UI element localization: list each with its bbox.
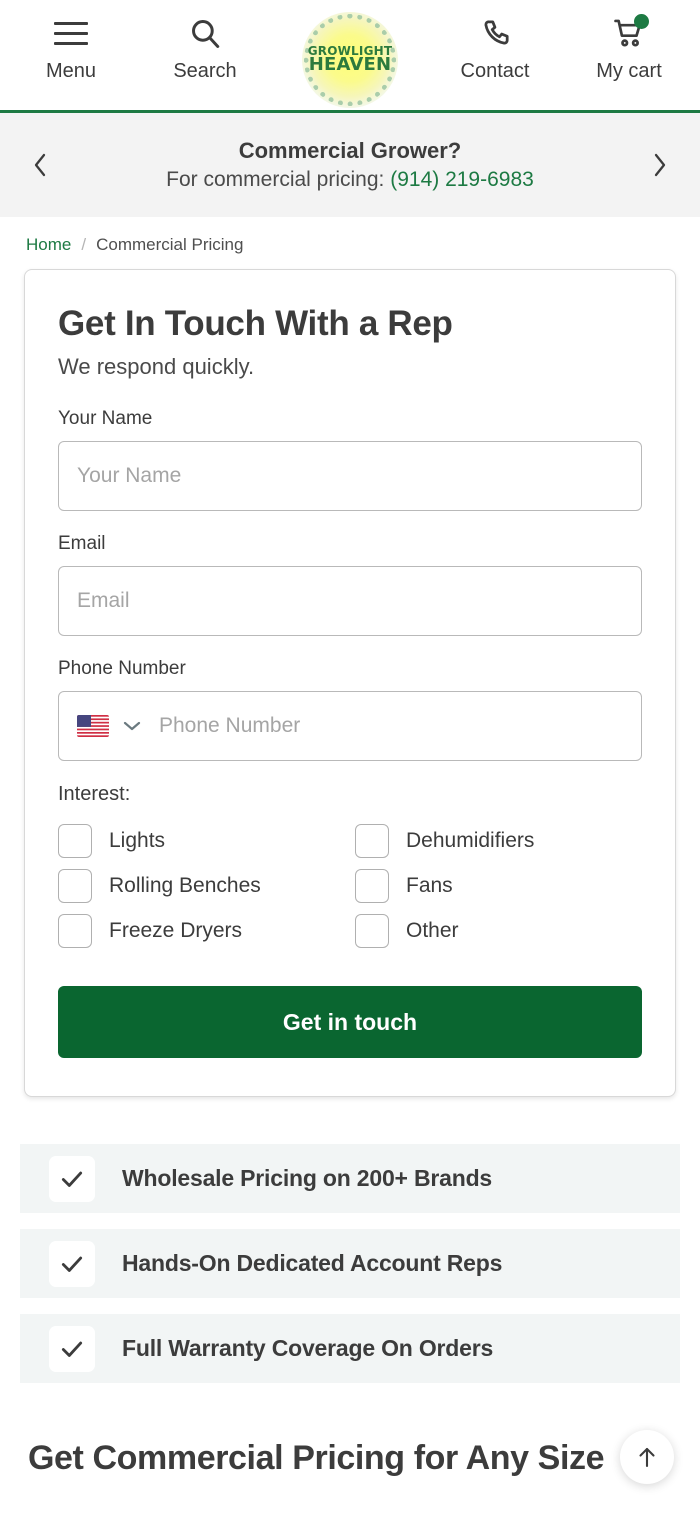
- nav-item-cart[interactable]: My cart: [592, 14, 666, 81]
- promo-subtitle: For commercial pricing: (914) 219-6983: [58, 166, 642, 194]
- contact-form-card: Get In Touch With a Rep We respond quick…: [24, 269, 676, 1097]
- label-email: Email: [58, 533, 106, 554]
- interest-checkbox-group: Lights Dehumidifiers Rolling Benches Fan…: [58, 824, 642, 948]
- promo-title: Commercial Grower?: [238, 137, 462, 163]
- benefit-text: Wholesale Pricing on 200+ Brands: [122, 1165, 493, 1191]
- breadcrumb-current: Commercial Pricing: [96, 235, 244, 254]
- logo-line-2: HEAVEN: [308, 54, 392, 76]
- benefit-row: Wholesale Pricing on 200+ Brands: [20, 1144, 680, 1213]
- us-flag-icon: [77, 715, 109, 737]
- promo-phone-link[interactable]: (914) 219-6983: [390, 168, 534, 191]
- checkbox-fans[interactable]: [355, 869, 389, 903]
- form-title: Get In Touch With a Rep: [58, 304, 453, 343]
- checkbox-other[interactable]: [355, 914, 389, 948]
- field-your-name: Your Name: [58, 408, 642, 511]
- checkbox-row-dehumidifiers[interactable]: Dehumidifiers: [355, 824, 642, 858]
- get-in-touch-button[interactable]: Get in touch: [58, 986, 642, 1058]
- site-header: Menu Search GROWLIGHT HEAVEN Contact My …: [0, 0, 700, 113]
- phone-input-group: [58, 691, 642, 761]
- promo-content: Commercial Grower? For commercial pricin…: [58, 136, 642, 194]
- check-icon: [49, 1155, 95, 1202]
- checkbox-label-rolling-benches: Rolling Benches: [109, 874, 261, 897]
- email-input[interactable]: [58, 566, 642, 636]
- nav-item-search[interactable]: Search: [168, 14, 242, 81]
- checkbox-label-lights: Lights: [109, 829, 166, 852]
- chevron-down-icon: [123, 721, 141, 731]
- checkbox-label-dehumidifiers: Dehumidifiers: [406, 829, 535, 852]
- checkbox-row-rolling-benches[interactable]: Rolling Benches: [58, 869, 345, 903]
- nav-item-menu[interactable]: Menu: [34, 14, 108, 81]
- nav-item-contact[interactable]: Contact: [458, 14, 532, 81]
- checkbox-row-other[interactable]: Other: [355, 914, 642, 948]
- page-root: Menu Search GROWLIGHT HEAVEN Contact My …: [0, 0, 700, 1516]
- benefit-text: Full Warranty Coverage On Orders: [122, 1335, 494, 1361]
- promo-banner: Commercial Grower? For commercial pricin…: [0, 113, 700, 217]
- section-heading: Get Commercial Pricing for Any Size: [28, 1439, 605, 1477]
- cart-count-badge: [634, 14, 649, 29]
- name-input[interactable]: [58, 441, 642, 511]
- label-your-name: Your Name: [58, 408, 153, 429]
- checkbox-row-freeze-dryers[interactable]: Freeze Dryers: [58, 914, 345, 948]
- phone-icon: [479, 14, 512, 52]
- checkbox-label-other: Other: [406, 919, 459, 942]
- phone-input[interactable]: [147, 692, 633, 760]
- arrow-up-icon: [639, 1447, 655, 1468]
- checkbox-freeze-dryers[interactable]: [58, 914, 92, 948]
- promo-subtitle-prefix: For commercial pricing:: [166, 167, 391, 191]
- checkbox-lights[interactable]: [58, 824, 92, 858]
- country-selector[interactable]: [77, 715, 147, 737]
- site-logo[interactable]: GROWLIGHT HEAVEN: [302, 12, 398, 108]
- nav-label-search: Search: [173, 60, 237, 82]
- checkbox-row-lights[interactable]: Lights: [58, 824, 345, 858]
- nav-label-cart: My cart: [596, 60, 662, 82]
- shopping-cart-icon: [612, 14, 649, 52]
- breadcrumb-separator: /: [81, 235, 87, 254]
- label-phone-number: Phone Number: [58, 658, 186, 679]
- benefits-list: Wholesale Pricing on 200+ Brands Hands-O…: [20, 1144, 680, 1383]
- check-icon: [49, 1325, 95, 1372]
- breadcrumb: Home / Commercial Pricing: [0, 217, 700, 269]
- checkbox-label-fans: Fans: [406, 874, 453, 897]
- field-email: Email: [58, 533, 642, 636]
- benefit-text: Hands-On Dedicated Account Reps: [122, 1250, 503, 1276]
- checkbox-row-fans[interactable]: Fans: [355, 869, 642, 903]
- checkbox-rolling-benches[interactable]: [58, 869, 92, 903]
- interest-label: Interest:: [58, 783, 131, 805]
- benefit-row: Hands-On Dedicated Account Reps: [20, 1229, 680, 1298]
- scroll-to-top-button[interactable]: [620, 1430, 674, 1484]
- logo-text: GROWLIGHT HEAVEN: [308, 45, 393, 76]
- check-icon: [49, 1240, 95, 1287]
- checkbox-dehumidifiers[interactable]: [355, 824, 389, 858]
- hamburger-menu-icon: [54, 14, 88, 52]
- nav-label-contact: Contact: [460, 60, 530, 82]
- chevron-left-icon[interactable]: [22, 147, 58, 183]
- chevron-right-icon[interactable]: [642, 147, 678, 183]
- form-subtitle: We respond quickly.: [58, 354, 255, 379]
- benefit-row: Full Warranty Coverage On Orders: [20, 1314, 680, 1383]
- breadcrumb-home-link[interactable]: Home: [26, 235, 71, 255]
- checkbox-label-freeze-dryers: Freeze Dryers: [109, 919, 243, 942]
- field-phone-number: Phone Number: [58, 658, 642, 761]
- search-icon: [188, 14, 222, 52]
- nav-label-menu: Menu: [45, 60, 97, 82]
